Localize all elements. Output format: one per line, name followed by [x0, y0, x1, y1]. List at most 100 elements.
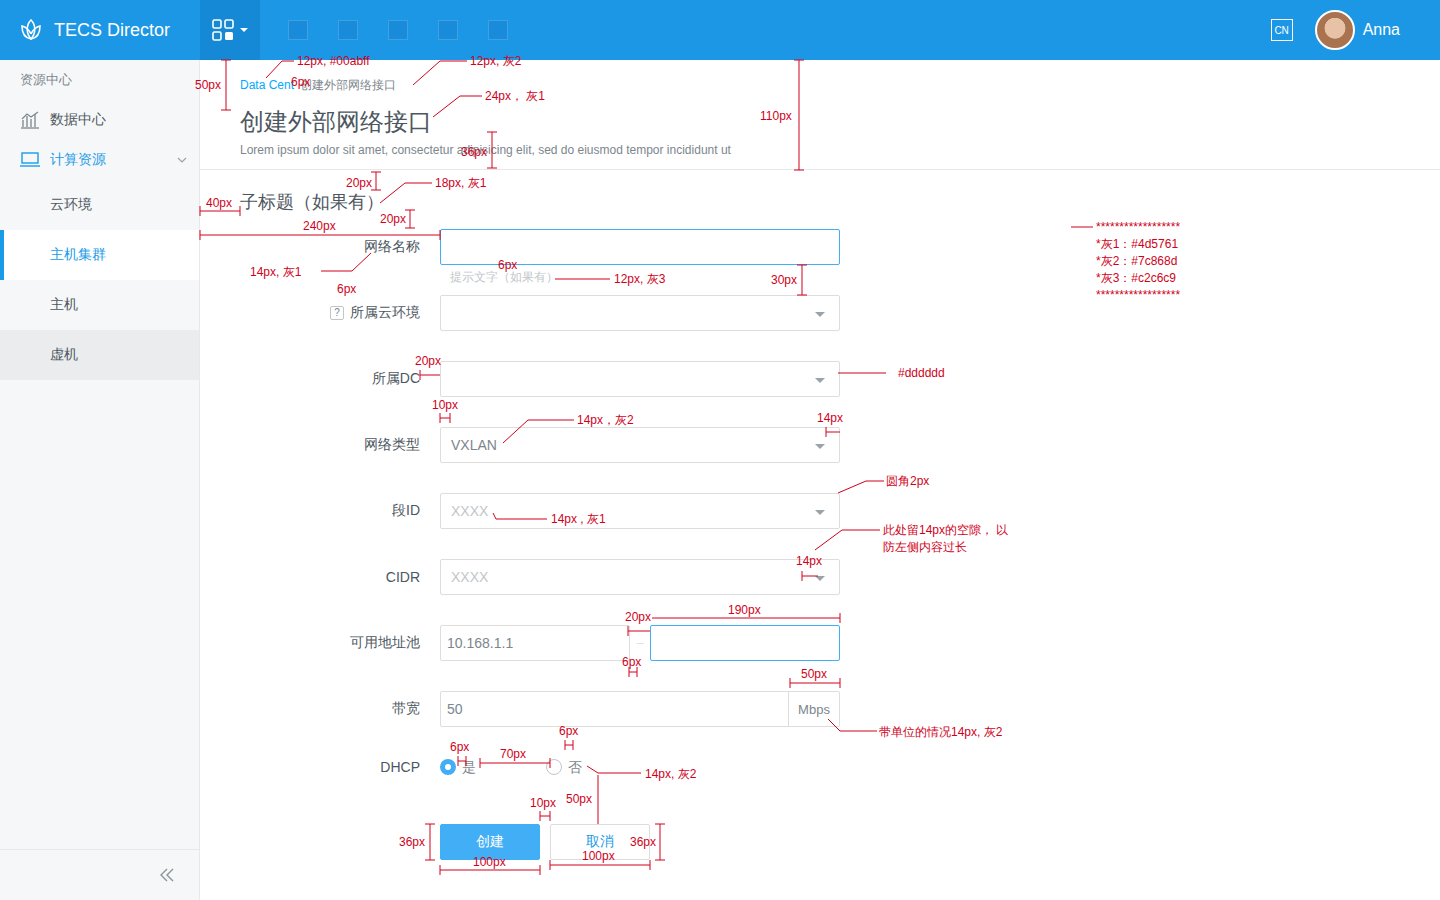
form: 网络名称提示文字（如果有）?所属云环境所属DC网络类型VXLAN段IDXXXXC…	[240, 229, 1440, 860]
top-bar: TECS Director CN Anna	[0, 0, 1440, 60]
monitor-icon	[20, 151, 40, 169]
cancel-button[interactable]: 取消	[550, 824, 650, 860]
select-field[interactable]: XXXX	[440, 493, 840, 529]
shortcut-icon[interactable]	[438, 20, 458, 40]
annotation-label: 14px	[817, 411, 843, 425]
radio-group: 是否	[440, 757, 840, 777]
app-root: TECS DirectorCNAnna资源中心数据中心计算资源云环境主机集群主机…	[0, 0, 1440, 900]
form-row: 带宽 50Mbps	[240, 691, 1440, 727]
form-row: DHCP是否	[240, 757, 1440, 777]
annotation-label: 10px	[530, 796, 556, 810]
annotation-label: 6px	[622, 655, 641, 669]
user-name[interactable]: Anna	[1363, 21, 1400, 39]
sidebar-subitem[interactable]: 云环境	[0, 180, 199, 230]
legend-line: *灰3：#c2c6c9	[1096, 271, 1176, 285]
sidebar-item[interactable]: 计算资源	[0, 140, 199, 180]
annotation-label: 6px	[498, 258, 517, 272]
sidebar-item[interactable]: 数据中心	[0, 100, 199, 140]
chart-icon	[20, 111, 40, 129]
select-field[interactable]	[440, 361, 840, 397]
annotation-label: 70px	[500, 747, 526, 761]
form-row: CIDRXXXX	[240, 559, 1440, 595]
form-area: 子标题（如果有）网络名称提示文字（如果有）?所属云环境所属DC网络类型VXLAN…	[200, 190, 1440, 860]
sidebar-subitem[interactable]: 主机	[0, 280, 199, 330]
quick-links	[288, 20, 508, 40]
sidebar-subitem[interactable]: 虚机	[0, 330, 199, 380]
tulip-logo-icon	[20, 18, 42, 42]
bandwidth-field[interactable]: 50Mbps	[440, 691, 840, 727]
legend-line: *灰1：#4d5761	[1096, 237, 1178, 251]
annotation-label: 6px	[559, 724, 578, 738]
field-label: 可用地址池	[240, 625, 420, 661]
annotation-label: 36px	[630, 835, 656, 849]
annotation-label: 14px, 灰2	[645, 767, 696, 781]
chevron-icon	[177, 157, 187, 163]
annotation-label: 190px	[728, 603, 761, 617]
select-field[interactable]: XXXX	[440, 559, 840, 595]
annotation-label: 此处留14px的空隙， 以	[883, 523, 1008, 537]
app-grid-icon	[212, 19, 234, 41]
subtitle: 子标题（如果有）	[240, 190, 1440, 214]
create-button[interactable]: 创建	[440, 824, 540, 860]
apps-menu-button[interactable]	[200, 0, 260, 60]
range-separator: –	[630, 636, 650, 650]
annotation-label: 30px	[771, 273, 797, 287]
field-label: 网络名称	[240, 229, 420, 265]
shortcut-icon[interactable]	[488, 20, 508, 40]
caret-down-icon	[240, 27, 248, 33]
shortcut-icon[interactable]	[338, 20, 358, 40]
annotation-label: 14px, 灰1	[250, 265, 301, 279]
breadcrumb-item[interactable]: Data Cent	[240, 78, 294, 92]
collapse-button[interactable]	[0, 849, 199, 900]
annotation-label: #dddddd	[898, 366, 945, 380]
avatar[interactable]	[1315, 10, 1355, 50]
annotation-label: 110px	[760, 109, 792, 123]
annotation-label: 18px, 灰1	[435, 176, 486, 190]
sidebar-subitem[interactable]: 主机集群	[0, 230, 199, 280]
annotation-label: 20px	[380, 212, 406, 226]
annotation-lines	[0, 0, 1440, 900]
shortcut-icon[interactable]	[288, 20, 308, 40]
form-row: 网络名称提示文字（如果有）	[240, 229, 1440, 265]
brand[interactable]: TECS Director	[0, 0, 200, 60]
annotation-label: 36px	[461, 145, 487, 159]
language-switch[interactable]: CN	[1271, 19, 1293, 41]
annotation-label: 6px	[337, 282, 356, 296]
text-field[interactable]	[440, 229, 840, 265]
field-label: 带宽	[240, 691, 420, 727]
annotation-label: 14px，灰2	[577, 413, 634, 427]
select-field[interactable]: VXLAN	[440, 427, 840, 463]
page-header: Data Cent创建外部网络接口创建外部网络接口Lorem ipsum dol…	[200, 60, 1440, 170]
double-chevron-left-icon	[159, 868, 175, 882]
annotation-label: 20px	[346, 176, 372, 190]
form-row: 段ID XXXX	[240, 493, 1440, 529]
annotation-label: 14px	[796, 554, 822, 568]
breadcrumb: Data Cent创建外部网络接口	[240, 78, 1400, 92]
annotation-label: 圆角2px	[886, 474, 929, 488]
annotation-label: 100px	[582, 849, 615, 863]
radio-option[interactable]: 否	[546, 757, 582, 777]
shortcut-icon[interactable]	[388, 20, 408, 40]
annotation-label: 50px	[801, 667, 827, 681]
form-row: 可用地址池 10.168.1.1–	[240, 625, 1440, 661]
legend-line: ******************	[1096, 288, 1180, 302]
annotation-label: 50px	[195, 78, 221, 92]
range-start-field[interactable]: 10.168.1.1	[440, 625, 630, 661]
select-field[interactable]	[440, 295, 840, 331]
annotation-label: 36px	[399, 835, 425, 849]
annotation-label: 带单位的情况14px, 灰2	[879, 725, 1002, 739]
range-end-field[interactable]	[650, 625, 840, 661]
radio-option[interactable]: 是	[440, 757, 476, 777]
annotation-label: 12px, 灰3	[614, 272, 665, 286]
form-row: 所属DC	[240, 361, 1440, 397]
help-icon[interactable]: ?	[330, 306, 344, 320]
form-row: 网络类型VXLAN	[240, 427, 1440, 463]
annotation-label: 24px， 灰1	[485, 89, 545, 103]
annotation-label: 6px	[291, 75, 310, 89]
annotation-label: 防左侧内容过长	[883, 540, 967, 554]
field-label: 段ID	[240, 493, 420, 529]
annotation-label: 40px	[206, 196, 232, 210]
main-content: Data Cent创建外部网络接口创建外部网络接口Lorem ipsum dol…	[200, 60, 1440, 900]
legend-line: *灰2：#7c868d	[1096, 254, 1177, 268]
annotation-label: 50px	[566, 792, 592, 806]
